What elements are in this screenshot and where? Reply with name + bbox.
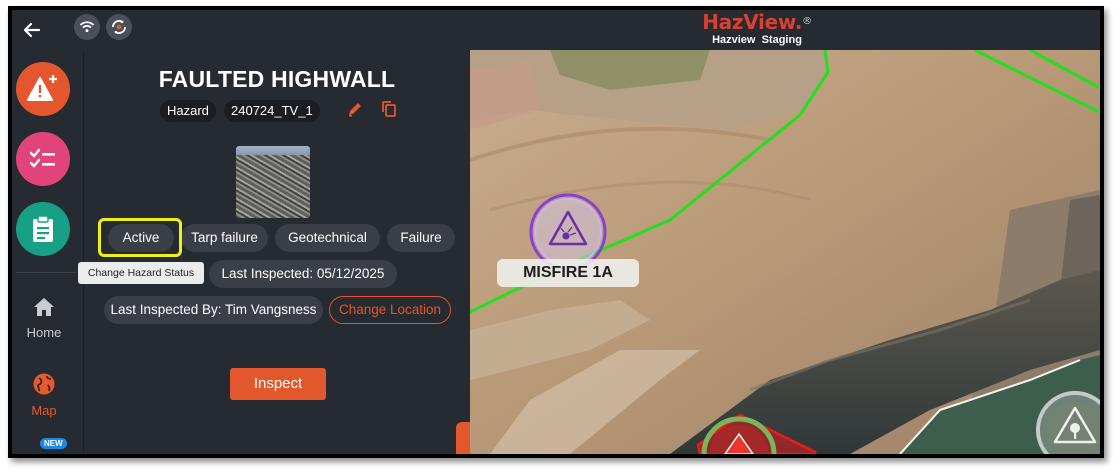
hazard-type-chip: Hazard — [160, 100, 216, 122]
checklist-icon — [29, 148, 55, 168]
hazard-title: FAULTED HIGHWALL — [158, 66, 396, 92]
hazard-photo[interactable] — [236, 146, 310, 218]
status-highlight-box — [98, 218, 182, 257]
copy-icon[interactable] — [380, 100, 398, 118]
tag-geotechnical: Geotechnical — [275, 224, 380, 252]
globe-icon — [33, 373, 55, 395]
hazard-id-chip: 240724_TV_1 — [224, 100, 320, 122]
map-view[interactable]: MISFIRE 1A — [470, 50, 1100, 454]
drawer-handle[interactable] — [456, 422, 470, 454]
sync-icon[interactable] — [106, 14, 132, 40]
side-nav: Home Map NEW — [12, 50, 84, 454]
hazard-detail-panel: FAULTED HIGHWALL Hazard 240724_TV_1 Acti… — [78, 50, 470, 454]
misfire-marker-label[interactable]: MISFIRE 1A — [497, 259, 639, 287]
add-hazard-icon — [27, 75, 57, 101]
environment-label: Hazview Staging — [712, 34, 802, 46]
last-inspected-chip: Last Inspected: 05/12/2025 — [209, 260, 397, 288]
nav-divider — [16, 272, 76, 273]
brand: HazView.® Hazview Staging — [672, 10, 842, 47]
app-window: HazView.® Hazview Staging Home Map NEW F… — [12, 10, 1100, 454]
nav-label-home: Home — [26, 325, 62, 340]
new-badge: NEW — [40, 438, 67, 449]
nav-item-map[interactable]: Map — [12, 372, 76, 418]
inspect-button[interactable]: Inspect — [230, 368, 326, 400]
brand-logo: HazView.® — [672, 11, 842, 33]
tag-failure: Failure — [387, 224, 455, 252]
clipboard-icon — [33, 215, 53, 242]
registered-mark: ® — [802, 16, 812, 27]
nav-item-home[interactable]: Home — [12, 296, 76, 340]
last-inspected-by-chip: Last Inspected By: Tim Vangsness — [104, 296, 323, 324]
map-canvas — [470, 50, 1100, 454]
top-bar: HazView.® Hazview Staging — [12, 10, 1100, 50]
change-status-tooltip: Change Hazard Status — [78, 262, 204, 284]
change-location-button[interactable]: Change Location — [329, 296, 451, 324]
wifi-icon[interactable] — [74, 14, 100, 40]
add-hazard-button[interactable] — [16, 62, 70, 116]
brand-name: HazView. — [702, 10, 803, 34]
clipboard-button[interactable] — [16, 202, 70, 256]
arrow-left-icon[interactable] — [18, 16, 46, 44]
tag-tarp-failure: Tarp failure — [181, 224, 268, 252]
nav-label-map: Map — [31, 403, 57, 418]
pencil-icon[interactable] — [346, 100, 364, 118]
home-icon — [34, 298, 54, 316]
checklist-button[interactable] — [16, 132, 70, 186]
